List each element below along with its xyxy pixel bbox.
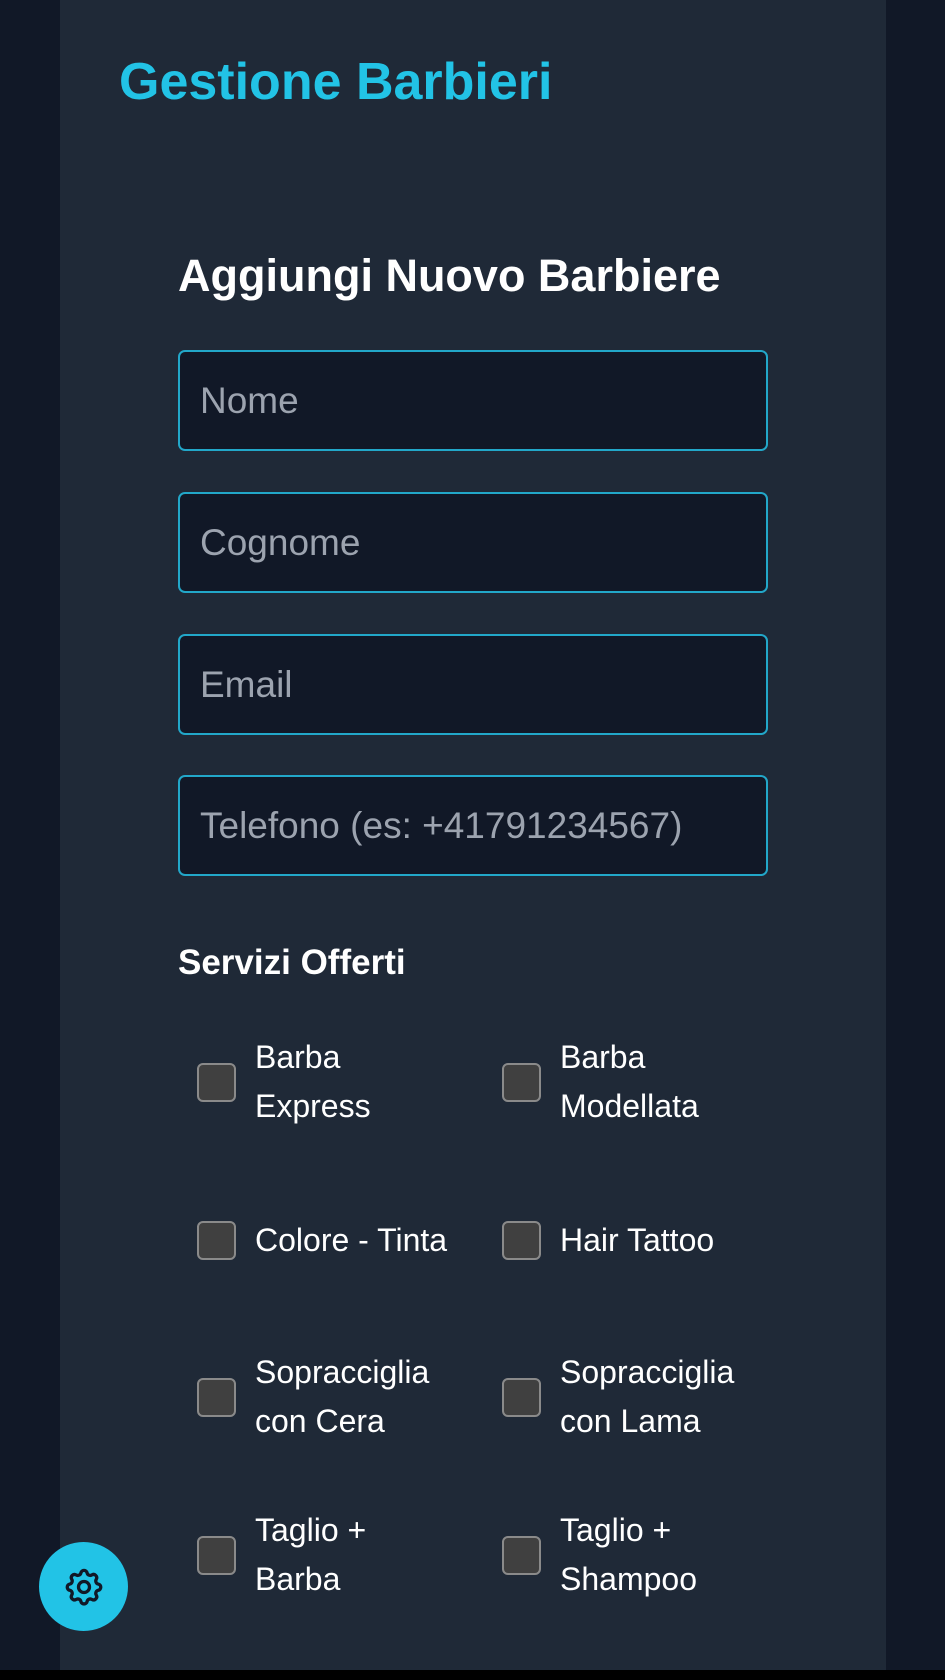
service-label: Taglio + Shampoo: [560, 1512, 697, 1597]
services-section-title: Servizi Offerti: [178, 943, 406, 982]
service-sopracciglia-cera[interactable]: Sopracciglia con Cera: [197, 1342, 477, 1452]
system-bottom-bar: [0, 1670, 945, 1680]
service-taglio-shampoo[interactable]: Taglio + Shampoo: [502, 1500, 782, 1610]
cognome-input[interactable]: [178, 492, 768, 593]
service-sopracciglia-lama[interactable]: Sopracciglia con Lama: [502, 1342, 782, 1452]
service-checkbox[interactable]: [197, 1220, 236, 1260]
service-checkbox[interactable]: [502, 1062, 541, 1102]
service-label: Taglio + Barba: [255, 1512, 367, 1597]
service-checkbox[interactable]: [197, 1377, 236, 1417]
telefono-input[interactable]: [178, 775, 768, 876]
form-title: Aggiungi Nuovo Barbiere: [178, 250, 721, 301]
service-label: Colore - Tinta: [255, 1221, 448, 1258]
service-checkbox[interactable]: [197, 1535, 236, 1575]
app-title: Gestione Barbieri: [119, 53, 553, 111]
email-input[interactable]: [178, 634, 768, 735]
service-label: Barba Modellata: [560, 1039, 699, 1124]
service-colore-tinta[interactable]: Colore - Tinta: [197, 1185, 477, 1295]
service-checkbox[interactable]: [502, 1535, 541, 1575]
service-barba-modellata[interactable]: Barba Modellata: [502, 1027, 782, 1137]
service-taglio-barba[interactable]: Taglio + Barba: [197, 1500, 477, 1610]
service-checkbox[interactable]: [197, 1062, 236, 1102]
settings-button[interactable]: [39, 1542, 128, 1631]
service-label: Sopracciglia con Lama: [560, 1354, 735, 1439]
service-label: Sopracciglia con Cera: [255, 1354, 430, 1439]
service-checkbox[interactable]: [502, 1220, 541, 1260]
service-hair-tattoo[interactable]: Hair Tattoo: [502, 1185, 782, 1295]
service-label: Barba Express: [255, 1039, 371, 1124]
service-barba-express[interactable]: Barba Express: [197, 1027, 477, 1137]
gear-icon: [65, 1568, 102, 1606]
nome-input[interactable]: [178, 350, 768, 451]
service-label: Hair Tattoo: [560, 1221, 715, 1258]
service-checkbox[interactable]: [502, 1377, 541, 1417]
